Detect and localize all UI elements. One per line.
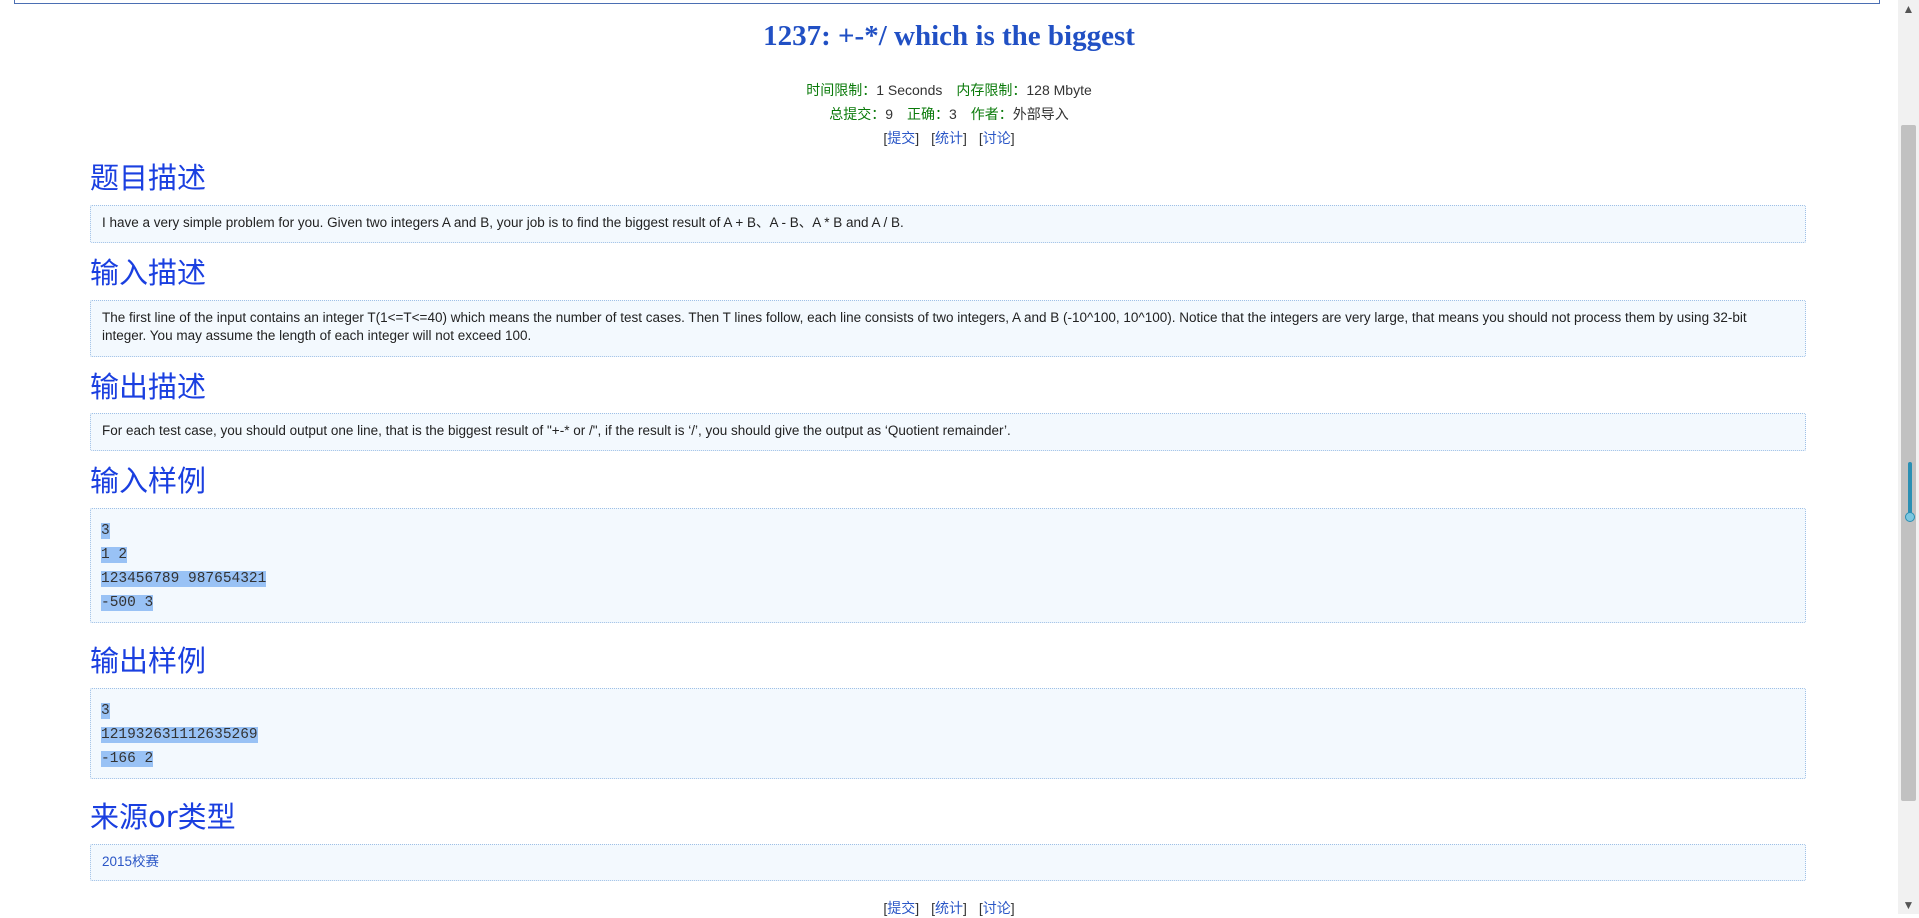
source-link[interactable]: 2015校赛	[102, 854, 159, 869]
action-links-bottom: [提交] [统计] [讨论]	[883, 900, 1015, 916]
vertical-scrollbar[interactable]: ▲ ▼	[1898, 0, 1919, 914]
author-label: 作者：	[970, 106, 1013, 122]
submit-link[interactable]: 提交	[887, 130, 915, 146]
total-submit-label: 总提交：	[829, 106, 886, 122]
action-links-top: [提交] [统计] [讨论]	[883, 130, 1015, 146]
author-value: 外部导入	[1012, 106, 1069, 122]
sample-output-line: -166 2	[101, 751, 154, 767]
heading-input: 输入描述	[90, 256, 207, 290]
output-text: For each test case, you should output on…	[102, 423, 1011, 438]
memory-limit-label: 内存限制：	[956, 82, 1027, 98]
sample-input-line: -500 3	[101, 595, 154, 611]
description-text: I have a very simple problem for you. Gi…	[102, 215, 904, 230]
thermometer-icon	[1905, 462, 1915, 526]
correct-value: 3	[949, 106, 957, 122]
heading-output: 输出描述	[90, 370, 207, 404]
sample-output-line: 3	[101, 703, 110, 719]
output-box: For each test case, you should output on…	[90, 413, 1806, 451]
meta-limits: 时间限制：1 Seconds 内存限制：128 Mbyte	[0, 80, 1898, 100]
time-limit-label: 时间限制：	[806, 82, 877, 98]
heading-description: 题目描述	[90, 161, 207, 195]
input-text: The first line of the input contains an …	[102, 310, 1747, 343]
heading-sample-input: 输入样例	[90, 464, 207, 498]
problem-page: 1237: +-*/ which is the biggest 时间限制：1 S…	[0, 0, 1898, 916]
heading-source: 来源or类型	[90, 800, 236, 834]
time-limit-value: 1 Seconds	[876, 82, 943, 98]
sample-input-box[interactable]: 3 1 2 123456789 987654321 -500 3	[90, 508, 1806, 623]
chevron-down-icon[interactable]: ▼	[1898, 896, 1919, 914]
sample-output-box[interactable]: 3 121932631112635269 -166 2	[90, 688, 1806, 779]
total-submit-value: 9	[885, 106, 893, 122]
sample-output-line: 121932631112635269	[101, 727, 258, 743]
problem-title: 1237: +-*/ which is the biggest	[763, 20, 1135, 52]
chevron-up-icon[interactable]: ▲	[1898, 0, 1919, 18]
correct-label: 正确：	[907, 106, 949, 122]
memory-limit-value: 128 Mbyte	[1026, 82, 1092, 98]
sample-input-line: 1 2	[101, 547, 128, 563]
sample-input-line: 123456789 987654321	[101, 571, 267, 587]
discuss-link[interactable]: 讨论	[983, 130, 1011, 146]
meta-stats: 总提交：9 正确：3 作者：外部导入	[0, 104, 1898, 124]
input-box: The first line of the input contains an …	[90, 300, 1806, 357]
source-box: 2015校赛	[90, 844, 1806, 881]
sample-input-line: 3	[101, 523, 110, 539]
description-box: I have a very simple problem for you. Gi…	[90, 205, 1806, 243]
heading-sample-output: 输出样例	[90, 644, 207, 678]
stats-link[interactable]: 统计	[935, 130, 963, 146]
